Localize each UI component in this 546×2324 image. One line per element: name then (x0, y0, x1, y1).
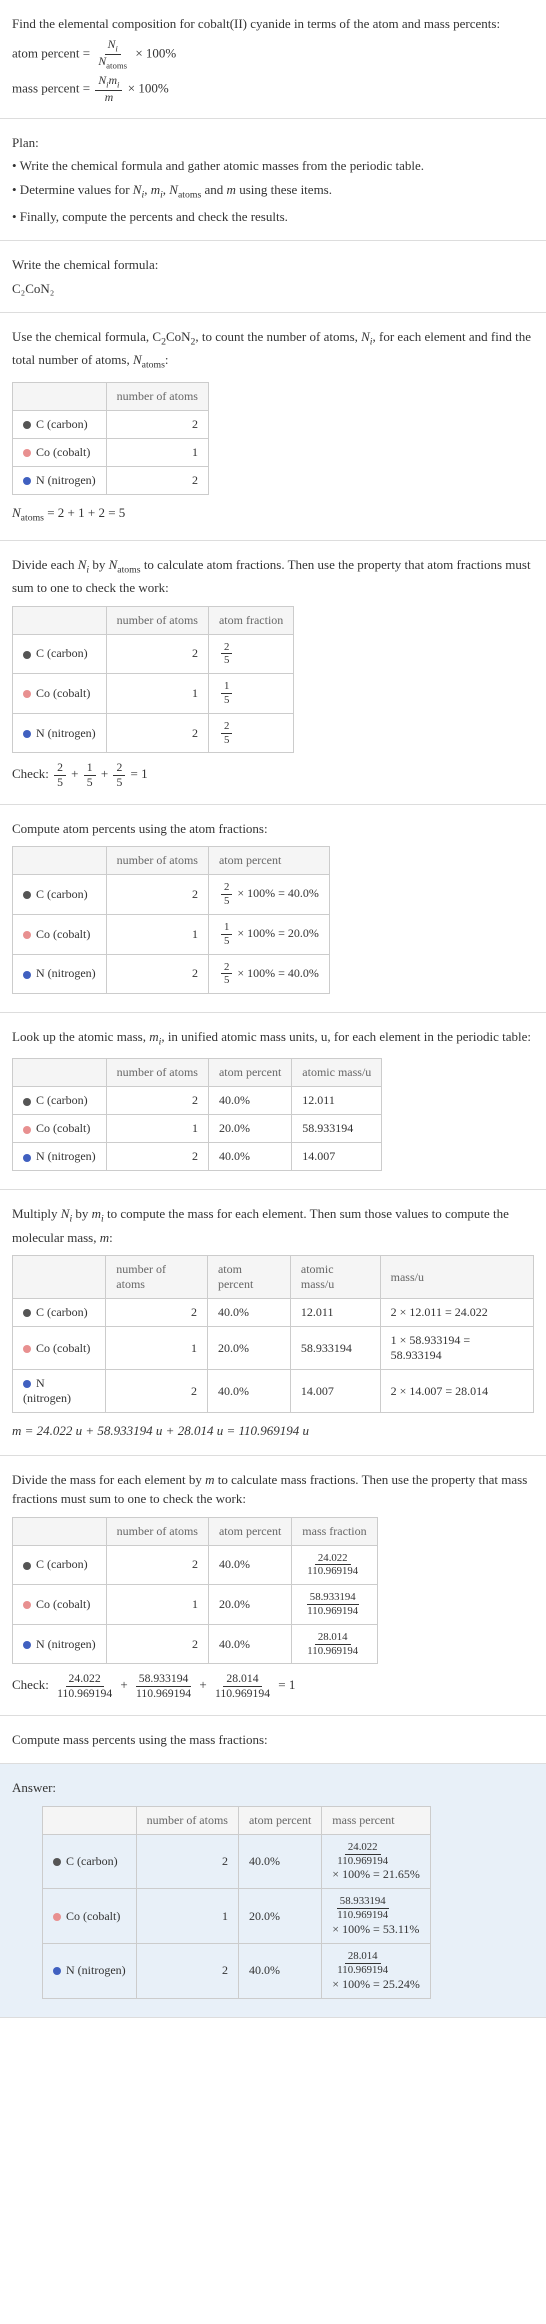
plan-bullet-1: • Write the chemical formula and gather … (12, 156, 534, 176)
plan-bullet-2: • Determine values for Ni, mi, Natoms an… (12, 180, 534, 203)
cobalt-dot-icon (23, 690, 31, 698)
col-mass-percent: mass percent (322, 1806, 431, 1834)
col-atom-fraction: atom fraction (208, 606, 293, 634)
col-mass-fraction: mass fraction (292, 1517, 377, 1545)
carbon-dot-icon (23, 421, 31, 429)
answer-section: Answer: number of atomsatom percentmass … (0, 1764, 546, 2017)
natoms-total: Natoms = 2 + 1 + 2 = 5 (12, 503, 534, 526)
cobalt-dot-icon (23, 931, 31, 939)
intro-text: Find the elemental composition for cobal… (12, 14, 534, 34)
nitrogen-dot-icon (23, 971, 31, 979)
table-row: N (nitrogen)240.0%14.0072 × 14.007 = 28.… (13, 1370, 534, 1413)
table-row: C (carbon)240.0%12.0112 × 12.011 = 24.02… (13, 1299, 534, 1327)
cobalt-dot-icon (23, 1126, 31, 1134)
carbon-dot-icon (23, 1098, 31, 1106)
col-atomic-mass: atomic mass/u (292, 1059, 382, 1087)
carbon-dot-icon (23, 891, 31, 899)
table-row: Co (cobalt)120.0%58.9331941 × 58.933194 … (13, 1327, 534, 1370)
cobalt-dot-icon (23, 449, 31, 457)
carbon-dot-icon (53, 1858, 61, 1866)
molecular-mass-total: m = 24.022 u + 58.933194 u + 28.014 u = … (12, 1421, 534, 1441)
nitrogen-dot-icon (23, 1641, 31, 1649)
atom-fraction-table: number of atomsatom fraction C (carbon)2… (12, 606, 294, 754)
table-row: C (carbon)225 × 100% = 40.0% (13, 875, 330, 915)
cobalt-dot-icon (53, 1913, 61, 1921)
mass-percent-intro-section: Compute mass percents using the mass fra… (0, 1716, 546, 1765)
carbon-dot-icon (23, 1309, 31, 1317)
plan-heading: Plan: (12, 133, 534, 153)
mass-percent-table: number of atomsatom percentmass percent … (42, 1806, 431, 1999)
nitrogen-dot-icon (23, 477, 31, 485)
table-row: C (carbon)225 (13, 634, 294, 674)
atom-percent-section: Compute atom percents using the atom fra… (0, 805, 546, 1013)
table-row: N (nitrogen)225 × 100% = 40.0% (13, 954, 330, 994)
atompct-intro: Compute atom percents using the atom fra… (12, 819, 534, 839)
intro-section: Find the elemental composition for cobal… (0, 0, 546, 119)
col-empty (13, 382, 107, 410)
table-row: Co (cobalt)120.0%58.933194 (13, 1115, 382, 1143)
nitrogen-dot-icon (23, 1154, 31, 1162)
col-atom-percent: atom percent (208, 847, 329, 875)
table-row: Co (cobalt)115 × 100% = 20.0% (13, 914, 330, 954)
atomic-mass-table: number of atomsatom percentatomic mass/u… (12, 1058, 382, 1171)
mass-fraction-section: Divide the mass for each element by m to… (0, 1456, 546, 1716)
col-number-atoms: number of atoms (106, 382, 208, 410)
mass-section: Multiply Ni by mi to compute the mass fo… (0, 1190, 546, 1455)
massfrac-intro: Divide the mass for each element by m to… (12, 1470, 534, 1509)
atom-percent-formula: atom percent = NiNatoms × 100% (12, 38, 534, 71)
cobalt-dot-icon (23, 1345, 31, 1353)
col-mass: mass/u (380, 1256, 533, 1299)
carbon-dot-icon (23, 651, 31, 659)
table-row: N (nitrogen)2 (13, 466, 209, 494)
cobalt-dot-icon (23, 1601, 31, 1609)
table-row: C (carbon)240.0%12.011 (13, 1087, 382, 1115)
table-row: N (nitrogen)240.0%28.014110.969194× 100%… (43, 1943, 431, 1998)
atom-fraction-section: Divide each Ni by Natoms to calculate at… (0, 541, 546, 805)
masspct-intro: Compute mass percents using the mass fra… (12, 1730, 534, 1750)
table-row: C (carbon)240.0%24.022110.969194 (13, 1545, 378, 1585)
mass-percent-formula: mass percent = Nimim × 100% (12, 74, 534, 105)
table-row: C (carbon)2 (13, 410, 209, 438)
chemical-formula: C₂CoN₂ (12, 279, 534, 299)
table-row: Co (cobalt)115 (13, 674, 294, 714)
mass-fraction-table: number of atomsatom percentmass fraction… (12, 1517, 378, 1665)
atomic-mass-section: Look up the atomic mass, mi, in unified … (0, 1013, 546, 1190)
table-row: Co (cobalt)120.0%58.933194110.969194× 10… (43, 1889, 431, 1944)
nitrogen-dot-icon (23, 730, 31, 738)
atomfrac-intro: Divide each Ni by Natoms to calculate at… (12, 555, 534, 598)
plan-bullet-3: • Finally, compute the percents and chec… (12, 207, 534, 227)
count-section: Use the chemical formula, C2CoN2, to cou… (0, 313, 546, 541)
nitrogen-dot-icon (23, 1380, 31, 1388)
atom-count-table: number of atoms C (carbon)2 Co (cobalt)1… (12, 382, 209, 495)
answer-label: Answer: (12, 1778, 534, 1798)
table-row: N (nitrogen)240.0%14.007 (13, 1143, 382, 1171)
formula-heading: Write the chemical formula: (12, 255, 534, 275)
table-row: Co (cobalt)120.0%58.933194110.969194 (13, 1585, 378, 1625)
atomicmass-intro: Look up the atomic mass, mi, in unified … (12, 1027, 534, 1050)
table-row: C (carbon)240.0%24.022110.969194× 100% =… (43, 1834, 431, 1889)
table-row: N (nitrogen)240.0%28.014110.969194 (13, 1624, 378, 1664)
table-row: N (nitrogen)225 (13, 713, 294, 753)
massfrac-check: Check: 24.022110.969194 + 58.933194110.9… (12, 1672, 534, 1700)
plan-section: Plan: • Write the chemical formula and g… (0, 119, 546, 242)
atom-percent-table: number of atomsatom percent C (carbon)22… (12, 846, 330, 994)
mass-intro: Multiply Ni by mi to compute the mass fo… (12, 1204, 534, 1247)
table-row: Co (cobalt)1 (13, 438, 209, 466)
carbon-dot-icon (23, 1562, 31, 1570)
atomfrac-check: Check: 25 + 15 + 25 = 1 (12, 761, 534, 789)
mass-table: number of atomsatom percentatomic mass/u… (12, 1255, 534, 1413)
count-intro: Use the chemical formula, C2CoN2, to cou… (12, 327, 534, 373)
nitrogen-dot-icon (53, 1967, 61, 1975)
formula-section: Write the chemical formula: C₂CoN₂ (0, 241, 546, 313)
